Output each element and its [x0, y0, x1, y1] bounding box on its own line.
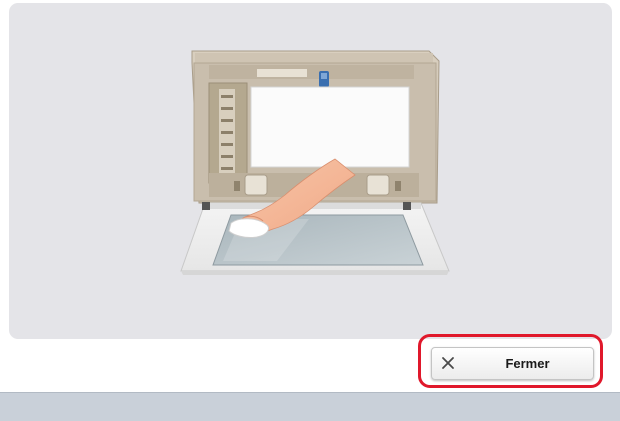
cleaning-document-glass-illustration — [180, 50, 450, 275]
close-icon — [442, 357, 454, 369]
close-button-label: Fermer — [505, 356, 550, 371]
bottom-status-bar — [0, 392, 620, 421]
close-button[interactable]: Fermer — [431, 347, 594, 380]
instruction-panel — [9, 3, 612, 339]
